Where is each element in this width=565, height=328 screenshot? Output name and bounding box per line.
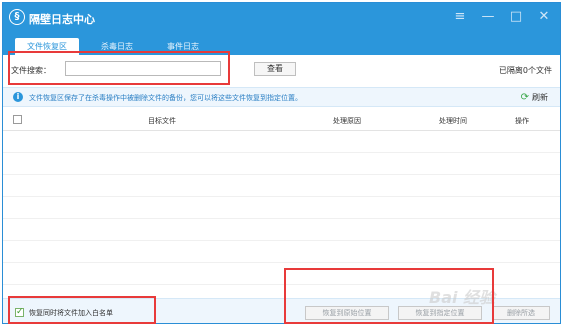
tab-bar: 文件恢复区 杀毒日志 事件日志 xyxy=(3,33,560,55)
table-row xyxy=(3,153,560,175)
search-row: 文件搜索： 查看 已隔离0个文件 xyxy=(3,55,560,85)
table-row xyxy=(3,197,560,219)
table-header: 目标文件 处理原因 处理时间 操作 xyxy=(3,109,560,131)
menu-icon[interactable]: ≡ xyxy=(452,9,468,25)
restore-original-button[interactable]: 恢复到原始位置 xyxy=(305,306,389,320)
tab-event-log[interactable]: 事件日志 xyxy=(155,38,211,55)
minimize-icon[interactable]: — xyxy=(480,9,496,25)
info-text: 文件恢复区保存了在杀毒操作中被删除文件的备份，您可以将这些文件恢复到指定位置。 xyxy=(29,94,302,102)
table-row xyxy=(3,241,560,263)
info-bar: i 文件恢复区保存了在杀毒操作中被删除文件的备份，您可以将这些文件恢复到指定位置… xyxy=(3,87,560,107)
whitelist-label: 恢复同时将文件加入白名单 xyxy=(29,309,113,317)
refresh-button[interactable]: ⟳ 刷新 xyxy=(521,92,548,103)
title-bar: § 隔壁日志中心 ≡ — □ ✕ xyxy=(3,3,560,33)
search-label: 文件搜索： xyxy=(11,66,51,75)
table-row xyxy=(3,175,560,197)
isolated-count-text: 已隔离0个文件 xyxy=(498,66,552,75)
close-icon[interactable]: ✕ xyxy=(536,9,552,25)
delete-selected-button[interactable]: 删除所选 xyxy=(492,306,550,320)
search-button[interactable]: 查看 xyxy=(254,62,296,76)
column-action: 操作 xyxy=(515,117,529,125)
refresh-label: 刷新 xyxy=(532,93,548,102)
column-target-file: 目标文件 xyxy=(148,117,176,125)
file-table-body xyxy=(3,131,560,296)
table-row xyxy=(3,219,560,241)
watermark: Bai 经验 xyxy=(429,288,496,307)
whitelist-checkbox[interactable]: ✓ xyxy=(15,308,24,317)
restore-specified-button[interactable]: 恢复到指定位置 xyxy=(398,306,482,320)
tab-file-recovery[interactable]: 文件恢复区 xyxy=(15,38,79,55)
tab-antivirus-log[interactable]: 杀毒日志 xyxy=(89,38,145,55)
maximize-icon[interactable]: □ xyxy=(508,9,524,25)
app-logo-icon: § xyxy=(9,9,25,25)
column-reason: 处理原因 xyxy=(333,117,361,125)
info-icon: i xyxy=(13,92,23,102)
table-row xyxy=(3,263,560,285)
search-input[interactable] xyxy=(65,61,221,76)
table-row xyxy=(3,131,560,153)
select-all-checkbox[interactable] xyxy=(13,115,22,124)
log-center-window: § 隔壁日志中心 ≡ — □ ✕ 文件恢复区 杀毒日志 事件日志 文件搜索： 查… xyxy=(2,2,561,324)
refresh-icon: ⟳ xyxy=(520,91,529,103)
window-title: 隔壁日志中心 xyxy=(29,13,95,26)
window-controls: ≡ — □ ✕ xyxy=(452,9,552,25)
column-time: 处理时间 xyxy=(439,117,467,125)
